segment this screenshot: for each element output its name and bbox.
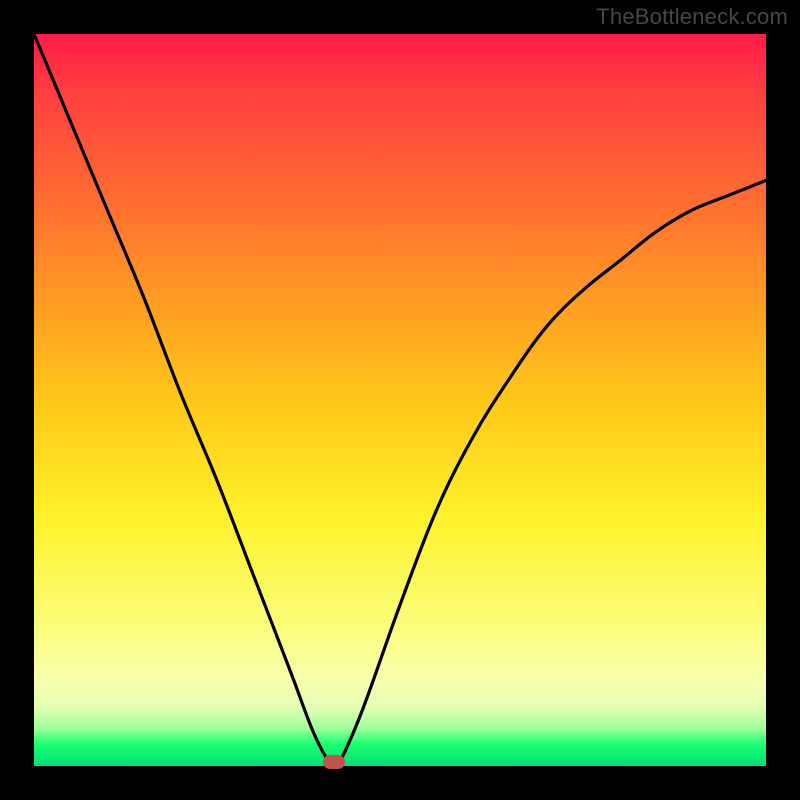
chart-frame: TheBottleneck.com	[0, 0, 800, 800]
curve-svg	[34, 34, 766, 766]
bottleneck-curve	[34, 34, 766, 766]
bottleneck-marker	[323, 755, 345, 769]
watermark-text: TheBottleneck.com	[596, 4, 788, 30]
plot-area	[34, 34, 766, 766]
